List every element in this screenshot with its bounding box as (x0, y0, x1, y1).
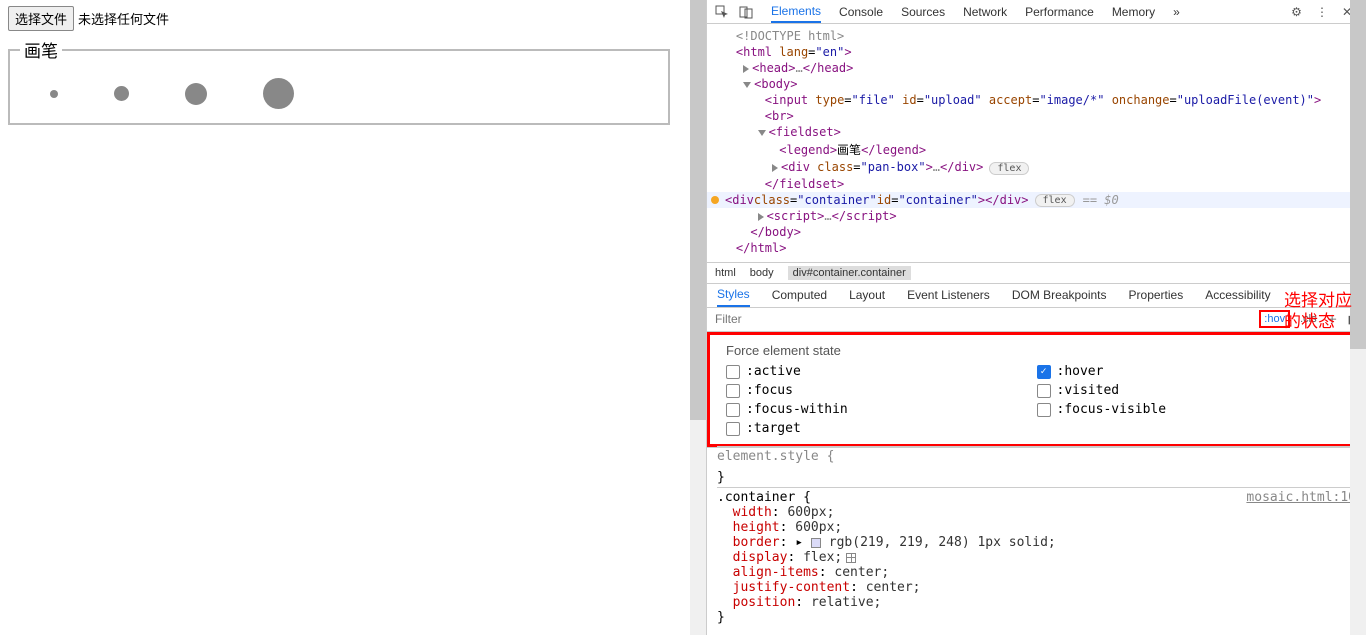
tab-accessibility[interactable]: Accessibility (1205, 284, 1270, 307)
plus-icon[interactable]: ＋ (1327, 311, 1338, 327)
hov-toggle[interactable]: :hov (1259, 310, 1290, 328)
force-state-title: Force element state (726, 343, 1347, 358)
brush-fieldset: 画笔 (8, 37, 670, 125)
inspect-icon[interactable] (715, 5, 729, 19)
choose-file-button[interactable]: 选择文件 (8, 6, 74, 31)
devtools-tabs: Elements Console Sources Network Perform… (761, 0, 1277, 23)
filter-input[interactable] (715, 312, 1259, 326)
page-preview: 选择文件 未选择任何文件 画笔 (0, 0, 707, 635)
tab-console[interactable]: Console (839, 0, 883, 23)
devtools-panel: Elements Console Sources Network Perform… (707, 0, 1366, 635)
page-scrollbar[interactable] (690, 0, 706, 635)
cls-toggle[interactable]: .cls (1300, 313, 1317, 325)
tab-styles[interactable]: Styles (717, 284, 750, 307)
state-hover-checkbox[interactable]: ✓ (1037, 365, 1051, 379)
tab-properties[interactable]: Properties (1129, 284, 1184, 307)
tab-event-listeners[interactable]: Event Listeners (907, 284, 990, 307)
state-focus-visible-checkbox[interactable] (1037, 403, 1051, 417)
devtools-scrollbar[interactable] (1350, 0, 1366, 635)
dom-selected-row[interactable]: <div class="container" id="container"> <… (707, 192, 1366, 208)
state-target-checkbox[interactable] (726, 422, 740, 436)
tab-dom-breakpoints[interactable]: DOM Breakpoints (1012, 284, 1107, 307)
source-link[interactable]: mosaic.html:10 (1246, 490, 1356, 505)
kebab-icon[interactable]: ⋮ (1316, 5, 1328, 19)
styles-tabs: Styles Computed Layout Event Listeners D… (707, 284, 1366, 308)
styles-pane[interactable]: element.style { } mosaic.html:10 .contai… (707, 447, 1366, 635)
tab-layout[interactable]: Layout (849, 284, 885, 307)
tab-performance[interactable]: Performance (1025, 0, 1094, 23)
state-visited-checkbox[interactable] (1037, 384, 1051, 398)
devtools-toolbar: Elements Console Sources Network Perform… (707, 0, 1366, 24)
state-active-checkbox[interactable] (726, 365, 740, 379)
tab-computed[interactable]: Computed (772, 284, 827, 307)
brush-dot-1[interactable] (50, 90, 58, 98)
dom-tree[interactable]: <!DOCTYPE html> <html lang="en"> <head>…… (707, 24, 1366, 263)
force-state-panel: Force element state :active ✓:hover :foc… (707, 332, 1366, 447)
filter-row: :hov .cls ＋ ◧ (707, 308, 1366, 332)
brush-row (20, 70, 658, 109)
device-toggle-icon[interactable] (739, 5, 753, 19)
file-status-text: 未选择任何文件 (78, 9, 169, 28)
brush-dot-3[interactable] (185, 83, 207, 105)
tab-network[interactable]: Network (963, 0, 1007, 23)
brush-dot-2[interactable] (114, 86, 129, 101)
breadcrumb[interactable]: html body div#container.container (707, 263, 1366, 284)
tab-sources[interactable]: Sources (901, 0, 945, 23)
tab-memory[interactable]: Memory (1112, 0, 1155, 23)
brush-dot-4[interactable] (263, 78, 294, 109)
flex-grid-icon[interactable] (846, 553, 856, 563)
fieldset-legend: 画笔 (20, 37, 62, 62)
tab-more[interactable]: » (1173, 0, 1180, 23)
gear-icon[interactable]: ⚙ (1291, 5, 1302, 19)
state-focus-within-checkbox[interactable] (726, 403, 740, 417)
state-focus-checkbox[interactable] (726, 384, 740, 398)
tab-elements[interactable]: Elements (771, 0, 821, 23)
color-swatch-icon[interactable] (811, 538, 821, 548)
